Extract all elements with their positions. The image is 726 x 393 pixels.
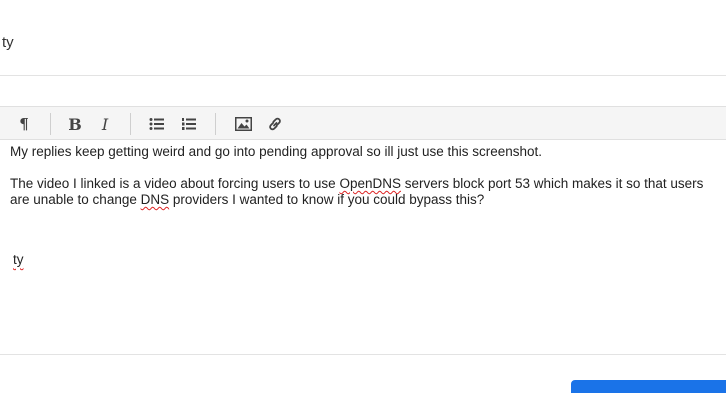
numbered-list-button[interactable]	[177, 112, 201, 136]
toolbar-separator	[50, 113, 51, 135]
spellcheck-word-dns: DNS	[140, 192, 170, 207]
link-icon	[269, 117, 281, 131]
spellcheck-word-ty: ty	[13, 252, 24, 267]
bold-icon: B	[68, 114, 82, 134]
bullet-list-button[interactable]	[145, 112, 169, 136]
image-button[interactable]	[231, 112, 255, 136]
divider	[0, 75, 726, 76]
post-editor-page: ty ¶ B I My replies keep getting weird a…	[0, 0, 726, 393]
paragraph-button[interactable]: ¶	[12, 112, 36, 136]
title-input[interactable]: ty	[2, 34, 14, 51]
numbered-list-icon	[182, 118, 196, 130]
body-paragraph-2: The video I linked is a video about forc…	[10, 176, 716, 208]
post-body-editor[interactable]: My replies keep getting weird and go int…	[0, 140, 726, 354]
toolbar-separator	[130, 113, 131, 135]
body-text: The video I linked is a video about forc…	[10, 176, 340, 191]
image-icon	[234, 117, 252, 131]
paragraph-icon: ¶	[19, 115, 29, 133]
bold-button[interactable]: B	[63, 112, 87, 136]
bullet-list-icon	[149, 118, 164, 130]
body-text: providers I wanted to know if you could …	[169, 192, 485, 207]
italic-icon: I	[101, 114, 109, 134]
link-button[interactable]	[263, 112, 287, 136]
body-line-1: My replies keep getting weird and go int…	[10, 144, 543, 159]
body-signature: ty	[10, 252, 716, 268]
toolbar-separator	[215, 113, 216, 135]
editor-toolbar: ¶ B I	[0, 106, 726, 140]
divider	[0, 354, 726, 355]
spellcheck-word-opendns: OpenDNS	[339, 176, 401, 191]
submit-button[interactable]	[571, 380, 726, 393]
italic-button[interactable]: I	[93, 112, 117, 136]
